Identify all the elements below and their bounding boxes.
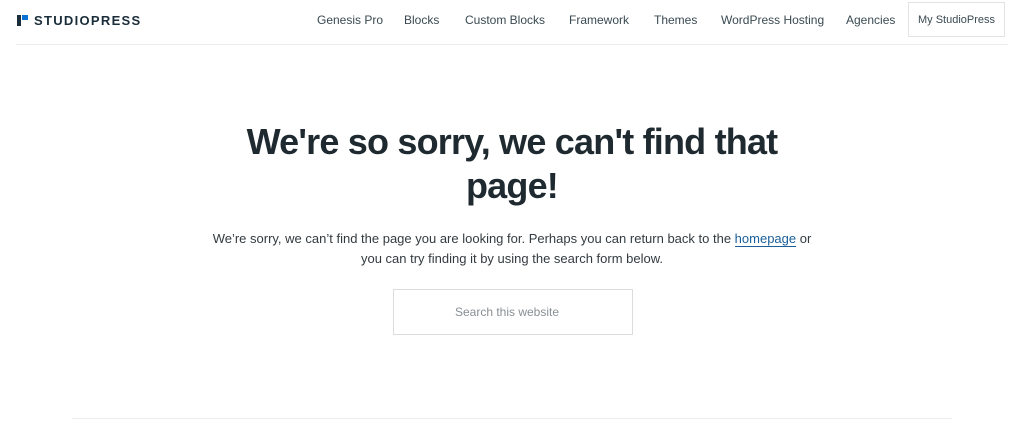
- search-input[interactable]: [394, 290, 632, 334]
- error-message: We’re sorry, we can’t find the page you …: [212, 229, 812, 269]
- nav-item-genesis-pro[interactable]: Genesis Pro: [317, 13, 383, 27]
- search-form: [393, 289, 633, 335]
- nav-item-framework[interactable]: Framework: [569, 13, 629, 27]
- nav-item-blocks[interactable]: Blocks: [404, 13, 439, 27]
- page-title: We're so sorry, we can't find that page!: [246, 121, 779, 206]
- header-divider: [16, 44, 1008, 45]
- site-header: STUDIOPRESS Genesis Pro Blocks Custom Bl…: [0, 0, 1024, 44]
- main-nav: Genesis Pro Blocks Custom Blocks Framewo…: [0, 0, 1024, 40]
- my-studiopress-button[interactable]: My StudioPress: [908, 2, 1005, 37]
- nav-item-wordpress-hosting[interactable]: WordPress Hosting: [721, 13, 824, 27]
- nav-item-themes[interactable]: Themes: [654, 13, 697, 27]
- nav-item-agencies[interactable]: Agencies: [846, 13, 895, 27]
- error-message-text: We’re sorry, we can’t find the page you …: [212, 231, 735, 246]
- homepage-link[interactable]: homepage: [734, 231, 797, 247]
- nav-item-custom-blocks[interactable]: Custom Blocks: [465, 13, 545, 27]
- footer-divider: [72, 418, 952, 419]
